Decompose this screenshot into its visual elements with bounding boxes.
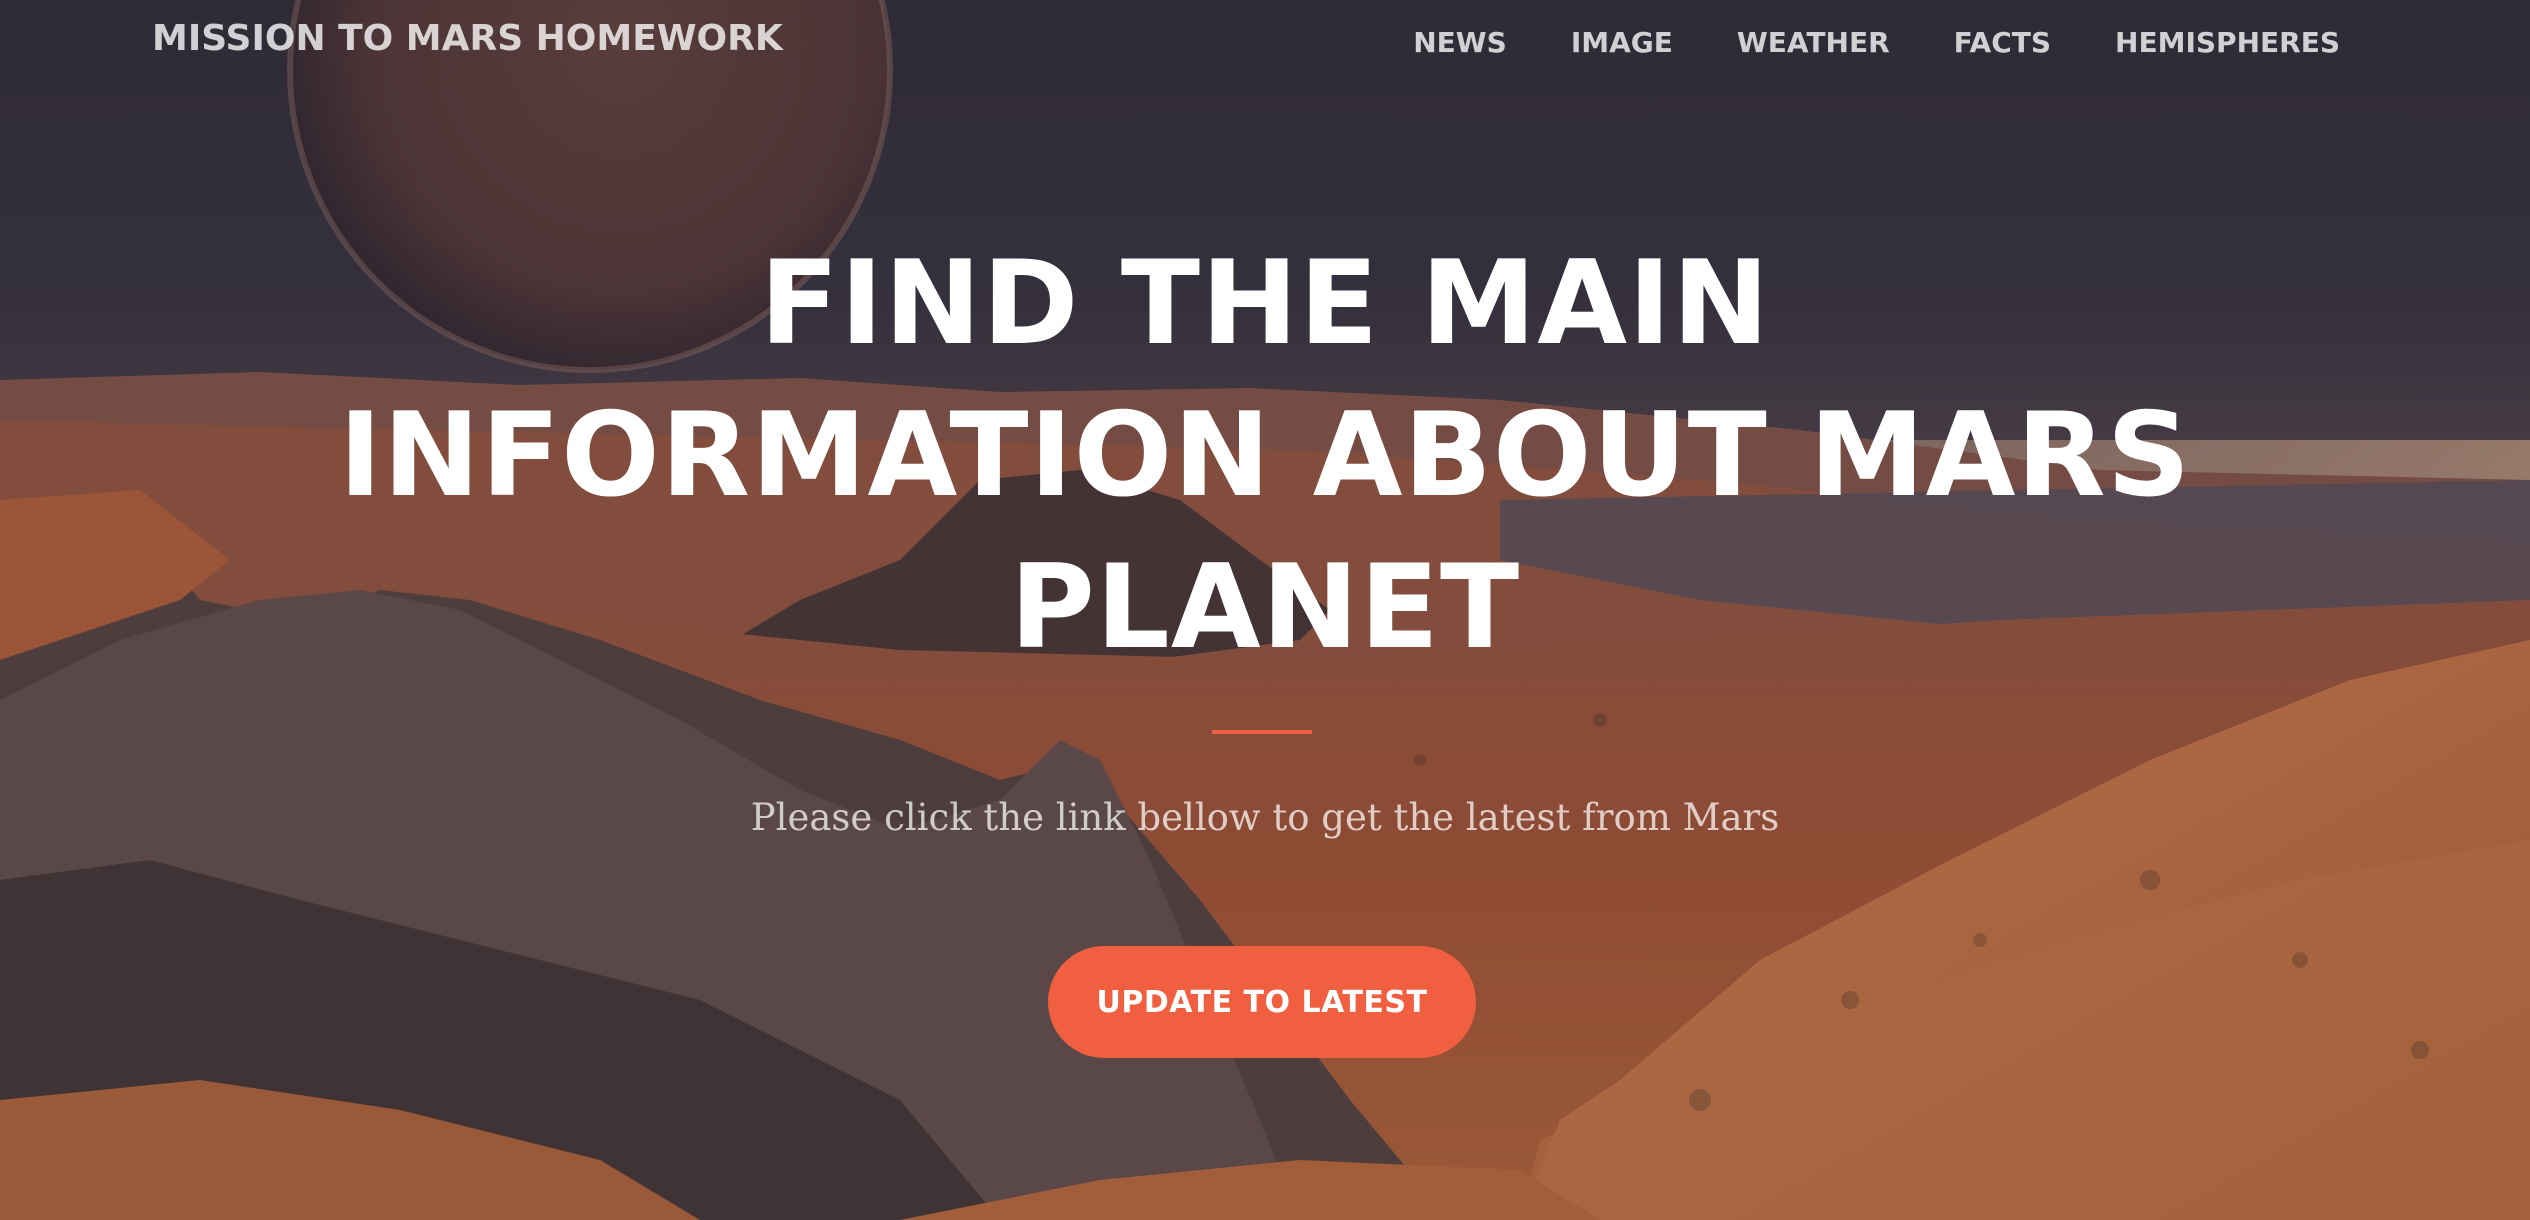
nav-link-image[interactable]: IMAGE xyxy=(1571,26,1673,59)
nav-link-weather[interactable]: WEATHER xyxy=(1737,26,1890,59)
update-to-latest-button[interactable]: UPDATE TO LATEST xyxy=(1048,946,1476,1058)
navbar: MISSION TO MARS HOMEWORK NEWS IMAGE WEAT… xyxy=(0,0,2530,86)
accent-divider xyxy=(1212,730,1312,734)
nav-link-facts[interactable]: FACTS xyxy=(1954,26,2051,59)
hero-section: MISSION TO MARS HOMEWORK NEWS IMAGE WEAT… xyxy=(0,0,2530,1220)
nav-link-hemispheres[interactable]: HEMISPHERES xyxy=(2115,26,2340,59)
headline-line-1: FIND THE MAIN xyxy=(759,236,1771,371)
hero-subtitle: Please click the link bellow to get the … xyxy=(750,796,1780,839)
headline-line-3: PLANET xyxy=(1009,540,1521,675)
nav-links: NEWS IMAGE WEATHER FACTS HEMISPHERES xyxy=(1349,26,2340,59)
hero-headline: FIND THE MAIN INFORMATION ABOUT MARS PLA… xyxy=(265,228,2265,684)
brand-link[interactable]: MISSION TO MARS HOMEWORK xyxy=(152,18,783,59)
nav-link-news[interactable]: NEWS xyxy=(1413,26,1507,59)
headline-line-2: INFORMATION ABOUT MARS xyxy=(338,388,2192,523)
